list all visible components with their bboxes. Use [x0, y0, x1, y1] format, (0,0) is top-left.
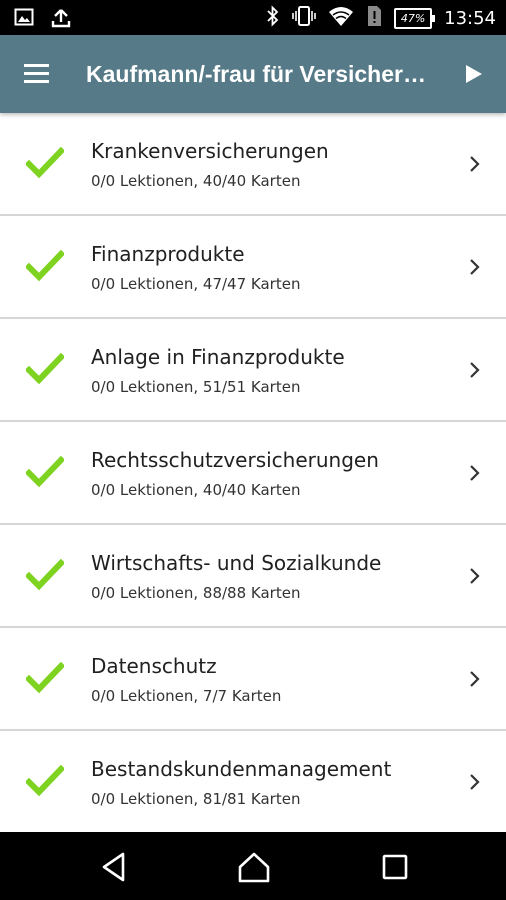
- topic-row[interactable]: Wirtschafts- und Sozialkunde 0/0 Lektione…: [0, 525, 506, 628]
- chevron-right-icon: [469, 773, 481, 791]
- hamburger-menu-icon[interactable]: [22, 61, 52, 87]
- checkmark-icon: [24, 661, 66, 694]
- app-bar-title: Kaufmann/-frau für Versicherungen und Fi…: [86, 61, 436, 87]
- checkmark-icon: [24, 146, 66, 179]
- sim-card-icon: [366, 5, 382, 31]
- clock: 13:54: [444, 7, 496, 29]
- image-icon: [14, 7, 34, 33]
- home-icon[interactable]: [236, 850, 272, 884]
- topic-title: Anlage in Finanzprodukte: [91, 345, 345, 369]
- chevron-right-icon: [469, 258, 481, 276]
- checkmark-icon: [24, 249, 66, 282]
- bluetooth-icon: [266, 5, 280, 31]
- topic-progress: 0/0 Lektionen, 51/51 Karten: [91, 378, 301, 396]
- wifi-icon: [328, 5, 354, 31]
- status-bar: 47% 13:54: [0, 0, 506, 35]
- chevron-right-icon: [469, 361, 481, 379]
- play-icon[interactable]: [464, 63, 484, 85]
- topic-row[interactable]: Bestandskundenmanagement 0/0 Lektionen, 8…: [0, 731, 506, 832]
- app-bar: Kaufmann/-frau für Versicherungen und Fi…: [0, 35, 506, 113]
- vibrate-icon: [292, 5, 316, 31]
- phone-screen: 47% 13:54 Kaufmann/-frau für Versicherun…: [0, 0, 506, 900]
- topic-progress: 0/0 Lektionen, 40/40 Karten: [91, 481, 301, 499]
- topic-row[interactable]: Krankenversicherungen 0/0 Lektionen, 40/4…: [0, 113, 506, 216]
- battery-percent: 47%: [400, 11, 426, 25]
- topic-title: Finanzprodukte: [91, 242, 245, 266]
- topic-title: Krankenversicherungen: [91, 139, 329, 163]
- topic-row[interactable]: Datenschutz 0/0 Lektionen, 7/7 Karten: [0, 628, 506, 731]
- chevron-right-icon: [469, 567, 481, 585]
- topic-title: Bestandskundenmanagement: [91, 757, 392, 781]
- checkmark-icon: [24, 352, 66, 385]
- chevron-right-icon: [469, 155, 481, 173]
- topic-row[interactable]: Rechtsschutzversicherungen 0/0 Lektionen,…: [0, 422, 506, 525]
- checkmark-icon: [24, 558, 66, 591]
- upload-icon: [50, 7, 72, 33]
- topic-row[interactable]: Finanzprodukte 0/0 Lektionen, 47/47 Karte…: [0, 216, 506, 319]
- back-icon[interactable]: [96, 850, 132, 884]
- topic-progress: 0/0 Lektionen, 47/47 Karten: [91, 275, 301, 293]
- topic-row[interactable]: Anlage in Finanzprodukte 0/0 Lektionen, 5…: [0, 319, 506, 422]
- recents-icon[interactable]: [377, 850, 413, 884]
- battery-icon: 47%: [394, 7, 436, 29]
- topic-progress: 0/0 Lektionen, 88/88 Karten: [91, 584, 301, 602]
- topic-title: Rechtsschutzversicherungen: [91, 448, 379, 472]
- chevron-right-icon: [469, 670, 481, 688]
- topic-progress: 0/0 Lektionen, 81/81 Karten: [91, 790, 301, 808]
- checkmark-icon: [24, 764, 66, 797]
- topic-list: Krankenversicherungen 0/0 Lektionen, 40/4…: [0, 113, 506, 832]
- topic-progress: 0/0 Lektionen, 7/7 Karten: [91, 687, 282, 705]
- chevron-right-icon: [469, 464, 481, 482]
- topic-progress: 0/0 Lektionen, 40/40 Karten: [91, 172, 301, 190]
- topic-title: Datenschutz: [91, 654, 217, 678]
- checkmark-icon: [24, 455, 66, 488]
- navigation-bar: [0, 832, 506, 900]
- topic-title: Wirtschafts- und Sozialkunde: [91, 551, 382, 575]
